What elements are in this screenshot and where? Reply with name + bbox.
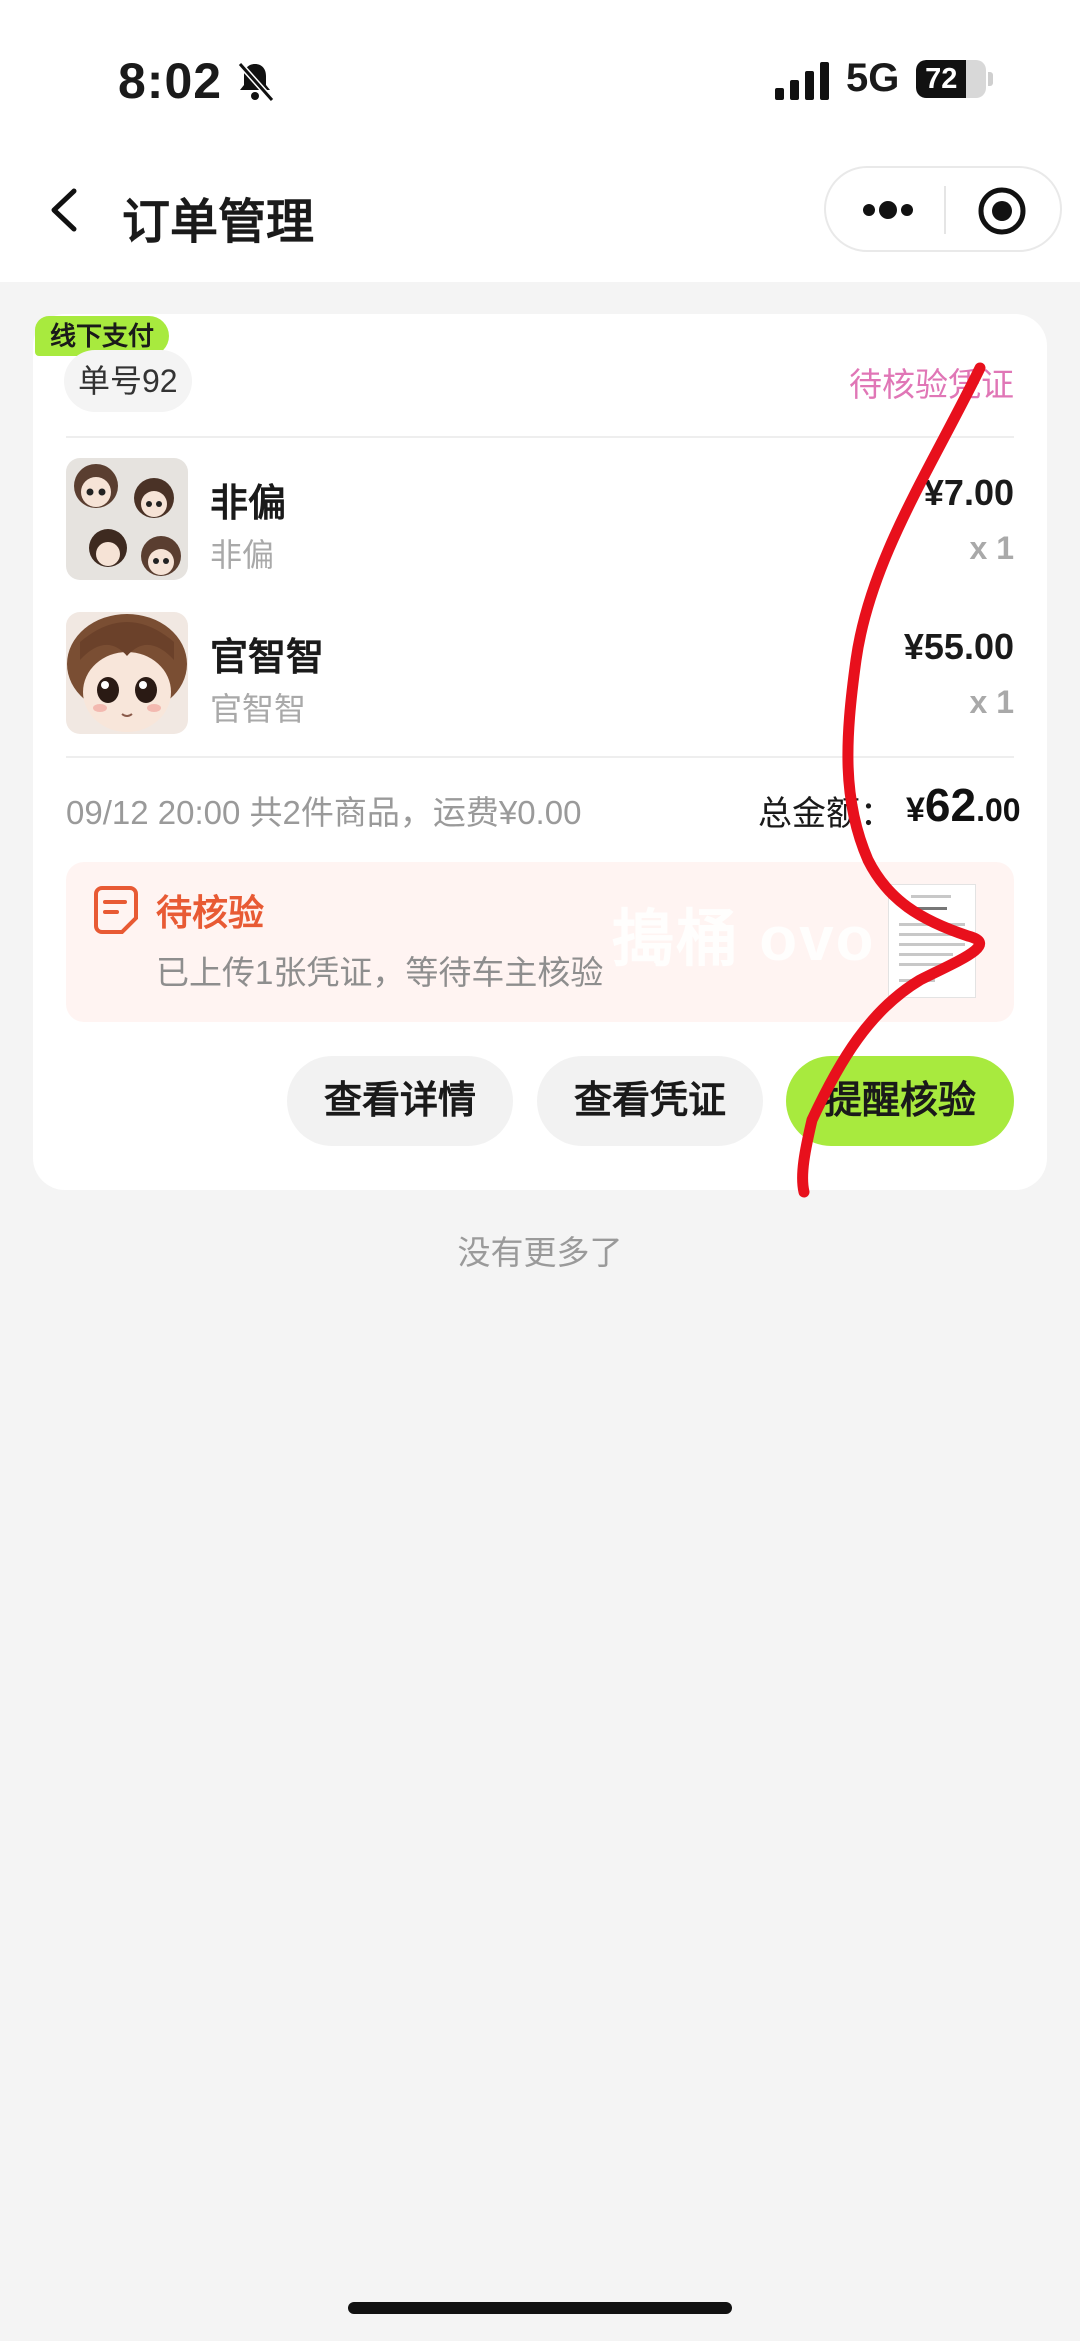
product-spec: 非偏	[210, 537, 275, 573]
product-qty: x 1	[969, 530, 1014, 566]
product-thumbnail[interactable]	[66, 458, 188, 580]
product-name: 官智智	[210, 637, 325, 679]
product-price: ¥55.00	[903, 626, 1014, 667]
back-arrow-icon[interactable]	[46, 185, 82, 235]
close-target-icon[interactable]	[976, 185, 1028, 237]
divider	[66, 756, 1014, 758]
capsule-divider	[944, 186, 946, 234]
battery-tip	[988, 72, 993, 86]
more-icon[interactable]	[861, 193, 915, 227]
status-time: 8:02	[118, 53, 223, 109]
product-qty: x 1	[969, 684, 1014, 720]
product-spec: 官智智	[210, 691, 307, 727]
notice-description: 已上传1张凭证，等待车主核验	[156, 954, 604, 991]
network-type: 5G	[846, 56, 900, 100]
total-decimal: .00	[976, 792, 1021, 828]
voucher-thumbnail[interactable]	[888, 884, 976, 998]
divider	[66, 436, 1014, 438]
miniprogram-capsule	[824, 166, 1062, 252]
view-details-button[interactable]: 查看详情	[287, 1056, 513, 1146]
product-name: 非偏	[210, 483, 287, 525]
currency-symbol: ¥	[906, 791, 925, 829]
remind-verify-button[interactable]: 提醒核验	[786, 1056, 1014, 1146]
view-voucher-button[interactable]: 查看凭证	[537, 1056, 763, 1146]
battery-icon: 72	[916, 60, 986, 98]
total-amount: ¥62.00	[906, 778, 1021, 832]
mute-bell-icon	[237, 62, 275, 102]
total-integer: 62	[924, 779, 977, 831]
home-indicator[interactable]	[348, 2302, 732, 2314]
product-price: ¥7.00	[923, 472, 1014, 513]
page-title: 订单管理	[122, 196, 315, 249]
total-label: 总金额：	[758, 795, 894, 833]
battery-level: 72	[925, 63, 958, 95]
notice-title: 待核验	[156, 892, 265, 933]
watermark-text: 搗桶 ovo	[612, 905, 876, 974]
no-more-text: 没有更多了	[457, 1234, 623, 1271]
document-icon	[94, 886, 138, 934]
order-summary: 09/12 20:00 共2件商品，运费¥0.00	[66, 794, 582, 831]
order-status: 待核验凭证	[849, 366, 1014, 403]
order-number: 单号92	[64, 350, 192, 412]
cellular-signal-icon	[775, 62, 829, 100]
product-thumbnail[interactable]	[66, 612, 188, 734]
